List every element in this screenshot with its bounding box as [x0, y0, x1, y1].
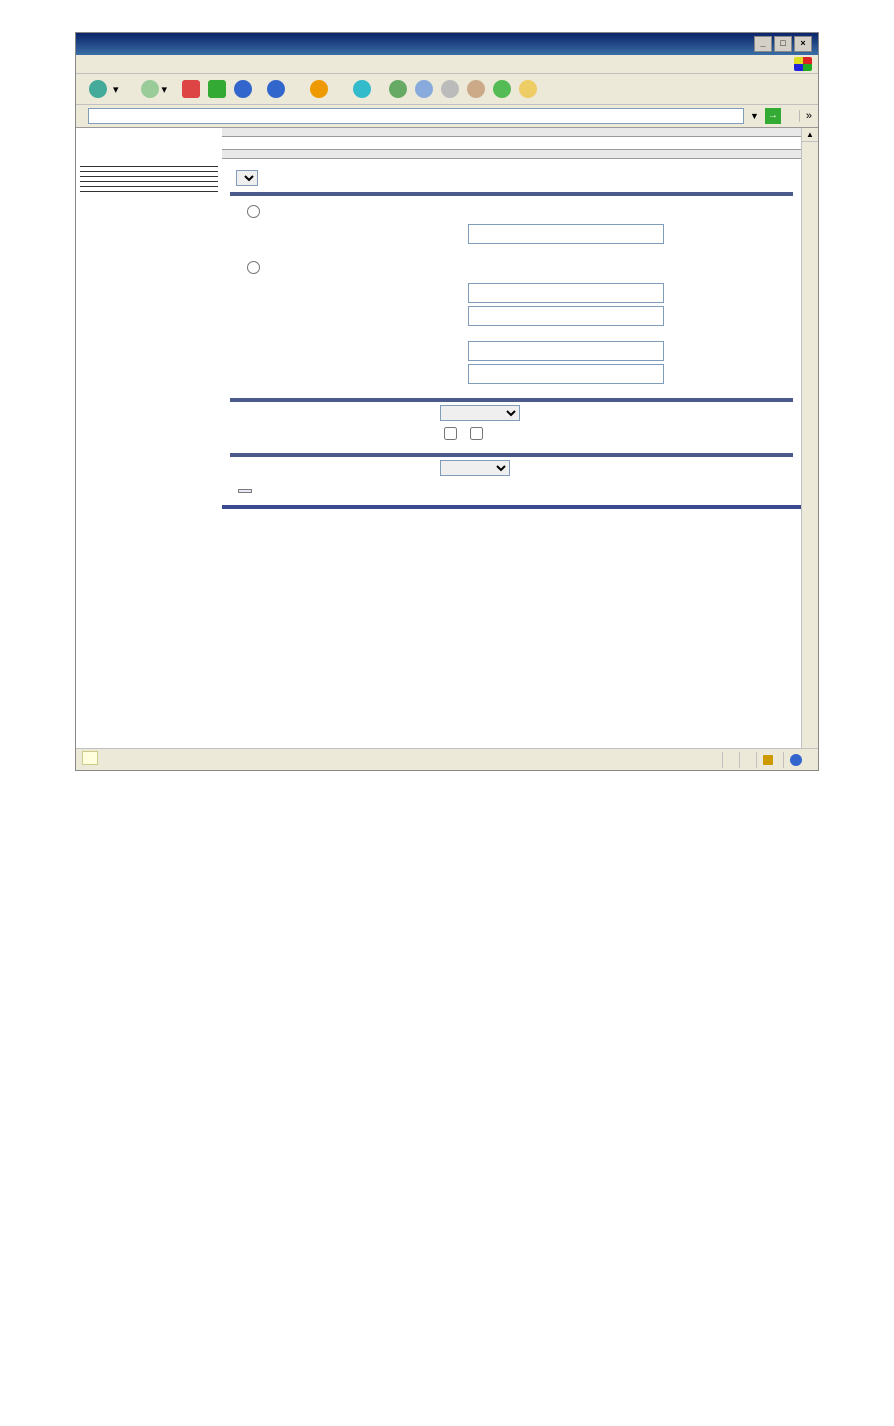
nav-user-management	[80, 180, 218, 182]
messenger-icon[interactable]	[519, 80, 537, 98]
status-left	[82, 751, 98, 768]
go-button[interactable]: →	[765, 108, 781, 124]
menu-bar	[82, 58, 154, 70]
passphrase-input[interactable]	[468, 224, 664, 244]
section-heading	[222, 149, 801, 159]
mail-icon[interactable]	[415, 80, 433, 98]
globe-icon	[790, 754, 802, 766]
print-icon[interactable]	[441, 80, 459, 98]
security-method-select[interactable]	[236, 170, 258, 186]
primary-radius-ip-input[interactable]	[468, 283, 664, 303]
screenshot: _ □ × ▾ ▾	[75, 32, 819, 771]
window-buttons: _ □ ×	[754, 36, 812, 52]
rekeying-bar	[230, 453, 793, 457]
media-button[interactable]	[346, 77, 381, 101]
nav-system-configuration	[80, 165, 218, 167]
maximize-button[interactable]: □	[774, 36, 792, 52]
vertical-scrollbar[interactable]	[801, 128, 818, 748]
nav-wireless-configuration	[80, 170, 218, 172]
forward-button[interactable]: ▾	[134, 77, 175, 101]
primary-shared-secret-input[interactable]	[468, 306, 664, 326]
group-key-select[interactable]	[440, 405, 520, 421]
discuss-icon[interactable]	[493, 80, 511, 98]
address-input[interactable]	[88, 108, 744, 124]
tkip-checkbox[interactable]	[470, 427, 483, 440]
lock-icon	[763, 755, 773, 765]
stop-icon[interactable]	[182, 80, 200, 98]
windows-flag-icon	[794, 57, 812, 71]
minimize-button[interactable]: _	[754, 36, 772, 52]
search-button[interactable]	[260, 77, 295, 101]
home-icon[interactable]	[234, 80, 252, 98]
aes-ccmp-checkbox[interactable]	[444, 427, 457, 440]
nav-monitoring-reports	[80, 185, 218, 187]
wpa-options-bar	[230, 192, 793, 196]
nav-system-administration	[80, 190, 218, 192]
refresh-icon[interactable]	[208, 80, 226, 98]
close-button[interactable]: ×	[794, 36, 812, 52]
apply-button[interactable]	[238, 489, 252, 493]
nav-services-settings	[80, 175, 218, 177]
history-icon[interactable]	[389, 80, 407, 98]
wpa-8021x-radio[interactable]	[247, 261, 260, 274]
backup-radius-ip-input[interactable]	[468, 341, 664, 361]
wpa-psk-radio[interactable]	[247, 205, 260, 218]
product-title	[222, 128, 801, 137]
copyright	[222, 505, 801, 509]
favorites-button[interactable]	[303, 77, 338, 101]
back-button[interactable]: ▾	[82, 77, 126, 101]
logo	[80, 134, 218, 162]
encryption-suite-bar	[230, 398, 793, 402]
encryption-lifetime-select[interactable]	[440, 460, 510, 476]
edit-icon[interactable]	[467, 80, 485, 98]
backup-shared-secret-input[interactable]	[468, 364, 664, 384]
links-label[interactable]: »	[799, 110, 812, 122]
